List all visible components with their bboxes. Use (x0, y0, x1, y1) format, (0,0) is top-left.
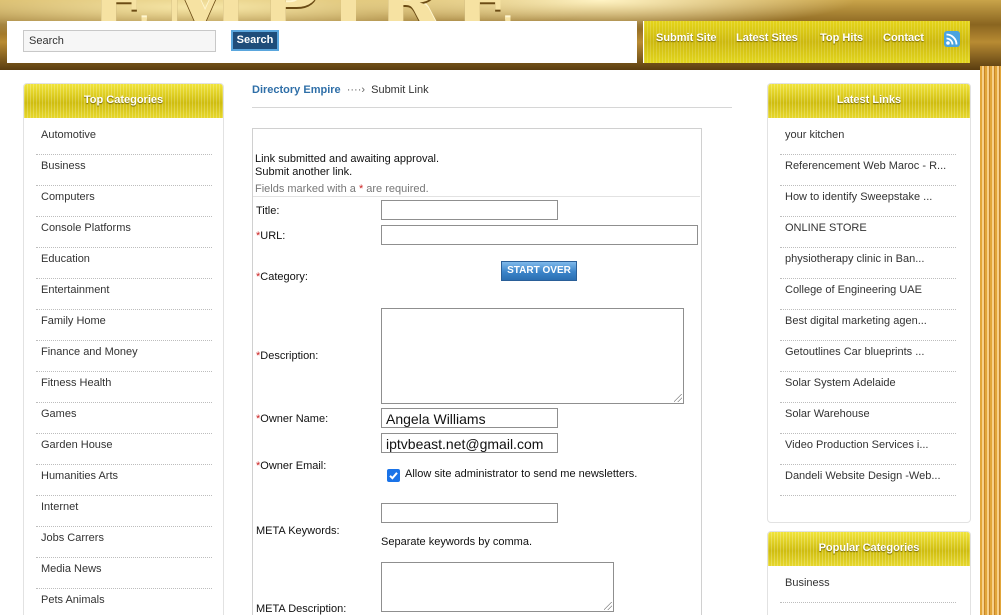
url-label: *URL: (256, 230, 285, 242)
list-item[interactable]: Business (36, 155, 212, 186)
breadcrumb-separator: ····› (346, 84, 366, 96)
latest-links-heading: Latest Links (768, 84, 970, 118)
popular-categories-heading: Popular Categories (768, 532, 970, 566)
owner-name-input[interactable]: Angela Williams (381, 408, 558, 428)
list-item[interactable]: Finance and Money (36, 341, 212, 372)
decorative-edge (980, 66, 1001, 615)
list-item[interactable]: Jobs Carrers (36, 527, 212, 558)
url-input[interactable] (381, 225, 698, 245)
newsletter-label[interactable]: Allow site administrator to send me news… (405, 468, 637, 480)
meta-keywords-hint: Separate keywords by comma. (381, 536, 533, 548)
divider (253, 196, 700, 197)
meta-keywords-label: META Keywords: (256, 525, 340, 537)
list-item[interactable]: Games (36, 403, 212, 434)
latest-links-list: your kitchen Referencement Web Maroc - R… (780, 124, 956, 496)
owner-email-label: *Owner Email: (256, 460, 326, 472)
list-item[interactable]: Solar System Adelaide (780, 372, 956, 403)
list-item[interactable]: Pets Animals (36, 589, 212, 615)
search-bar: Search Search (7, 21, 637, 63)
latest-links-panel: Latest Links your kitchen Referencement … (767, 83, 971, 523)
rss-icon[interactable] (944, 31, 960, 47)
owner-email-label-text: Owner Email: (260, 460, 327, 472)
newsletter-checkbox[interactable] (387, 469, 400, 482)
required-note: Fields marked with a * are required. (255, 183, 429, 195)
breadcrumb: Directory Empire ····› Submit Link (252, 84, 429, 96)
divider (252, 107, 732, 108)
submit-another-link[interactable]: Submit another link. (255, 166, 352, 178)
list-item[interactable]: Internet (36, 496, 212, 527)
title-label: Title: (256, 205, 280, 217)
list-item[interactable]: Console Platforms (36, 217, 212, 248)
list-item[interactable]: Family Home (36, 310, 212, 341)
required-note-prefix: Fields marked with a (255, 183, 359, 195)
title-input[interactable] (381, 200, 558, 220)
top-navigation: Submit Site Latest Sites Top Hits Contac… (643, 21, 970, 63)
meta-description-label: META Description: (256, 603, 347, 615)
list-item[interactable]: Computers (36, 186, 212, 217)
top-categories-heading: Top Categories (24, 84, 223, 118)
owner-email-input[interactable]: iptvbeast.net@gmail.com (381, 433, 558, 453)
category-label: *Category: (256, 271, 308, 283)
list-item[interactable]: Dandeli Website Design -Web... (780, 465, 956, 496)
resize-handle-icon[interactable] (674, 394, 682, 402)
list-item[interactable]: How to identify Sweepstake ... (780, 186, 956, 217)
nav-top-hits[interactable]: Top Hits (820, 32, 863, 44)
status-message: Link submitted and awaiting approval. (255, 153, 440, 165)
list-item[interactable]: Video Production Services i... (780, 434, 956, 465)
search-input[interactable]: Search (23, 30, 216, 52)
description-label-text: Description: (260, 350, 319, 362)
list-item[interactable]: Humanities Arts (36, 465, 212, 496)
nav-latest-sites[interactable]: Latest Sites (736, 32, 798, 44)
nav-contact[interactable]: Contact (883, 32, 924, 44)
list-item[interactable]: Best digital marketing agen... (780, 310, 956, 341)
required-note-suffix: are required. (363, 183, 429, 195)
meta-description-textarea[interactable] (381, 562, 614, 612)
nav-submit-site[interactable]: Submit Site (656, 32, 717, 44)
top-categories-panel: Top Categories Automotive Business Compu… (23, 83, 224, 615)
url-label-text: URL: (260, 230, 286, 242)
list-item[interactable]: Education (36, 248, 212, 279)
list-item[interactable]: physiotherapy clinic in Ban... (780, 248, 956, 279)
popular-categories-panel: Popular Categories Business (767, 531, 971, 615)
owner-name-label: *Owner Name: (256, 413, 328, 425)
list-item[interactable]: Media News (36, 558, 212, 589)
owner-name-label-text: Owner Name: (260, 413, 329, 425)
list-item[interactable]: College of Engineering UAE (780, 279, 956, 310)
popular-categories-list: Business (780, 572, 956, 603)
checkmark-icon (389, 472, 398, 480)
search-button[interactable]: Search (231, 30, 279, 51)
description-label: *Description: (256, 350, 318, 362)
start-over-button[interactable]: START OVER (501, 261, 577, 281)
list-item[interactable]: Solar Warehouse (780, 403, 956, 434)
breadcrumb-current: Submit Link (371, 84, 429, 96)
meta-keywords-input[interactable] (381, 503, 558, 523)
description-textarea[interactable] (381, 308, 684, 404)
breadcrumb-home-link[interactable]: Directory Empire (252, 84, 341, 96)
site-header: EMPIRE Search Search Submit Site Latest … (0, 0, 1001, 70)
list-item[interactable]: Automotive (36, 124, 212, 155)
list-item[interactable]: Referencement Web Maroc - R... (780, 155, 956, 186)
list-item[interactable]: Getoutlines Car blueprints ... (780, 341, 956, 372)
list-item[interactable]: Garden House (36, 434, 212, 465)
list-item[interactable]: Fitness Health (36, 372, 212, 403)
list-item[interactable]: your kitchen (780, 124, 956, 155)
list-item[interactable]: Business (780, 572, 956, 603)
list-item[interactable]: ONLINE STORE (780, 217, 956, 248)
category-list: Automotive Business Computers Console Pl… (36, 124, 212, 615)
category-label-text: Category: (260, 271, 308, 283)
resize-handle-icon[interactable] (604, 602, 612, 610)
list-item[interactable]: Entertainment (36, 279, 212, 310)
